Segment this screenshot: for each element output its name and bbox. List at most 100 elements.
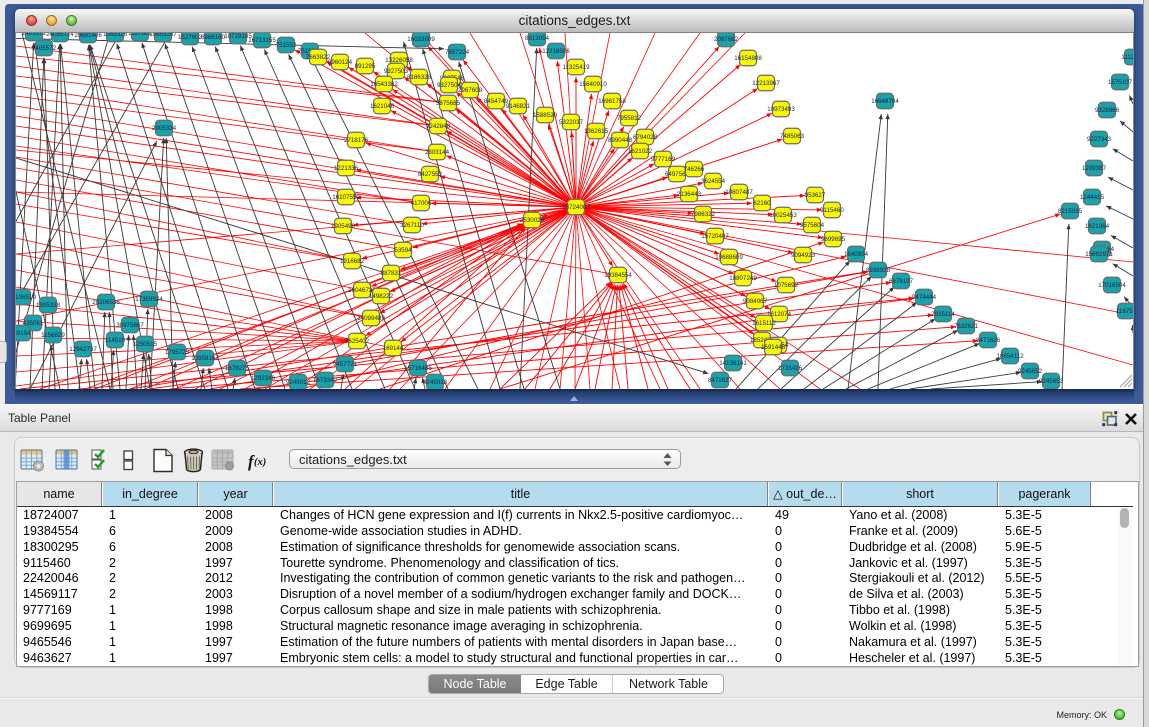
svg-text:9245012: 9245012	[286, 379, 311, 386]
svg-text:9575604: 9575604	[800, 222, 825, 229]
svg-text:6794028: 6794028	[633, 134, 658, 141]
svg-text:751552: 751552	[276, 42, 297, 49]
svg-text:26106510: 26106510	[16, 294, 36, 301]
svg-text:7485063: 7485063	[780, 133, 805, 140]
svg-text:1673342: 1673342	[313, 377, 338, 384]
svg-text:12218506: 12218506	[542, 48, 570, 55]
svg-text:9327503: 9327503	[384, 68, 409, 75]
svg-text:10654112: 10654112	[996, 353, 1024, 360]
svg-text:2405572: 2405572	[32, 45, 57, 52]
svg-text:7955812: 7955812	[617, 115, 642, 122]
svg-text:7625402: 7625402	[345, 338, 370, 345]
svg-text:9242848: 9242848	[426, 123, 451, 130]
svg-text:9115460: 9115460	[820, 207, 844, 214]
svg-text:9329966: 9329966	[1095, 107, 1120, 114]
svg-text:3624554: 3624554	[701, 178, 726, 185]
svg-text:8186328: 8186328	[407, 74, 432, 81]
svg-text:9084067: 9084067	[743, 298, 768, 305]
svg-text:8990448: 8990448	[608, 137, 633, 144]
svg-text:1250515: 1250515	[133, 341, 158, 348]
svg-text:10807487: 10807487	[725, 189, 753, 196]
svg-text:887831: 887831	[381, 270, 402, 277]
svg-text:9699695: 9699695	[821, 236, 846, 243]
svg-text:1691448: 1691448	[761, 344, 786, 351]
svg-text:1362615: 1362615	[584, 128, 609, 135]
svg-text:18724007: 18724007	[562, 204, 590, 211]
svg-text:953627: 953627	[805, 192, 826, 199]
svg-text:1221336: 1221336	[334, 165, 359, 172]
svg-text:3267110: 3267110	[400, 222, 424, 229]
svg-text:417006: 417006	[411, 200, 432, 207]
svg-text:30975867: 30975867	[116, 322, 144, 329]
svg-text:1588520: 1588520	[533, 112, 558, 119]
svg-text:15692971: 15692971	[1085, 251, 1113, 258]
svg-text:114519: 114519	[105, 337, 126, 344]
svg-text:8471626: 8471626	[976, 337, 1001, 344]
svg-text:1244415: 1244415	[1080, 194, 1105, 201]
svg-text:2405572: 2405572	[22, 33, 47, 37]
svg-text:9474444: 9474444	[912, 294, 937, 301]
svg-text:2803144: 2803144	[425, 149, 450, 156]
svg-text:1678275: 1678275	[225, 365, 250, 372]
svg-text:2718176: 2718176	[344, 137, 369, 144]
svg-text:7857224: 7857224	[445, 49, 470, 56]
svg-text:169144: 169144	[383, 345, 404, 352]
svg-text:(x): (x)	[254, 457, 266, 468]
svg-text:1905338: 1905338	[36, 302, 61, 309]
svg-text:8938928: 8938928	[866, 267, 891, 274]
svg-text:1621022: 1621022	[628, 148, 653, 155]
svg-text:116753: 116753	[1116, 308, 1133, 315]
svg-text:1640954: 1640954	[844, 251, 869, 258]
svg-text:12942737: 12942737	[69, 346, 97, 353]
svg-text:2087682: 2087682	[714, 36, 739, 43]
svg-text:19384554: 19384554	[604, 272, 632, 279]
svg-text:14136141: 14136141	[719, 360, 747, 367]
svg-text:1615112: 1615112	[752, 320, 776, 327]
svg-text:6966160: 6966160	[201, 34, 226, 41]
svg-text:10688609: 10688609	[715, 254, 743, 261]
svg-text:1795725: 1795725	[165, 349, 190, 356]
svg-text:2136443: 2136443	[677, 191, 702, 198]
svg-text:53594: 53594	[394, 247, 412, 254]
svg-text:18807249: 18807249	[729, 275, 757, 282]
svg-text:2967608: 2967608	[458, 87, 483, 94]
svg-text:9457721: 9457721	[333, 361, 358, 368]
svg-text:17016504: 17016504	[1098, 282, 1126, 289]
svg-text:20206536: 20206536	[92, 299, 120, 306]
svg-text:1065326: 1065326	[103, 33, 128, 38]
svg-text:9245653: 9245653	[1039, 378, 1064, 385]
svg-text:9245652: 9245652	[1018, 368, 1043, 375]
svg-text:746266: 746266	[684, 166, 705, 173]
svg-text:24055724: 24055724	[46, 33, 74, 38]
svg-text:1075692: 1075692	[774, 282, 799, 289]
svg-text:15720407: 15720407	[701, 233, 729, 240]
svg-text:16648784: 16648784	[871, 98, 899, 105]
svg-text:5875685: 5875685	[436, 100, 461, 107]
svg-text:8960124: 8960124	[328, 59, 353, 66]
svg-text:10653267: 10653267	[149, 33, 177, 38]
svg-text:1733426: 1733426	[778, 365, 803, 372]
svg-text:1156829: 1156829	[41, 332, 65, 339]
svg-text:14099489: 14099489	[357, 315, 385, 322]
svg-text:1621046: 1621046	[370, 103, 395, 110]
svg-text:891295: 891295	[355, 63, 376, 70]
svg-text:15640910: 15640910	[579, 81, 607, 88]
svg-text:8427552: 8427552	[418, 171, 443, 178]
svg-text:9245013: 9245013	[423, 379, 448, 386]
svg-text:8215935: 8215935	[1058, 208, 1083, 215]
svg-text:10025453: 10025453	[769, 212, 797, 219]
svg-text:7632621: 7632621	[954, 323, 979, 330]
svg-text:16713155: 16713155	[248, 37, 276, 44]
svg-text:8454749: 8454749	[484, 98, 509, 105]
svg-text:1575107: 1575107	[1108, 79, 1133, 86]
svg-text:8471627: 8471627	[708, 377, 733, 384]
svg-text:7986322: 7986322	[691, 211, 716, 218]
svg-text:10973493: 10973493	[767, 106, 795, 113]
svg-text:16033809: 16033809	[407, 36, 435, 43]
svg-text:1916682: 1916682	[340, 258, 365, 265]
svg-text:62160: 62160	[753, 200, 771, 207]
svg-text:2905334: 2905334	[152, 125, 177, 132]
svg-text:16154808: 16154808	[734, 55, 762, 62]
svg-text:12213967: 12213967	[752, 80, 780, 87]
svg-text:15716485: 15716485	[404, 365, 432, 372]
